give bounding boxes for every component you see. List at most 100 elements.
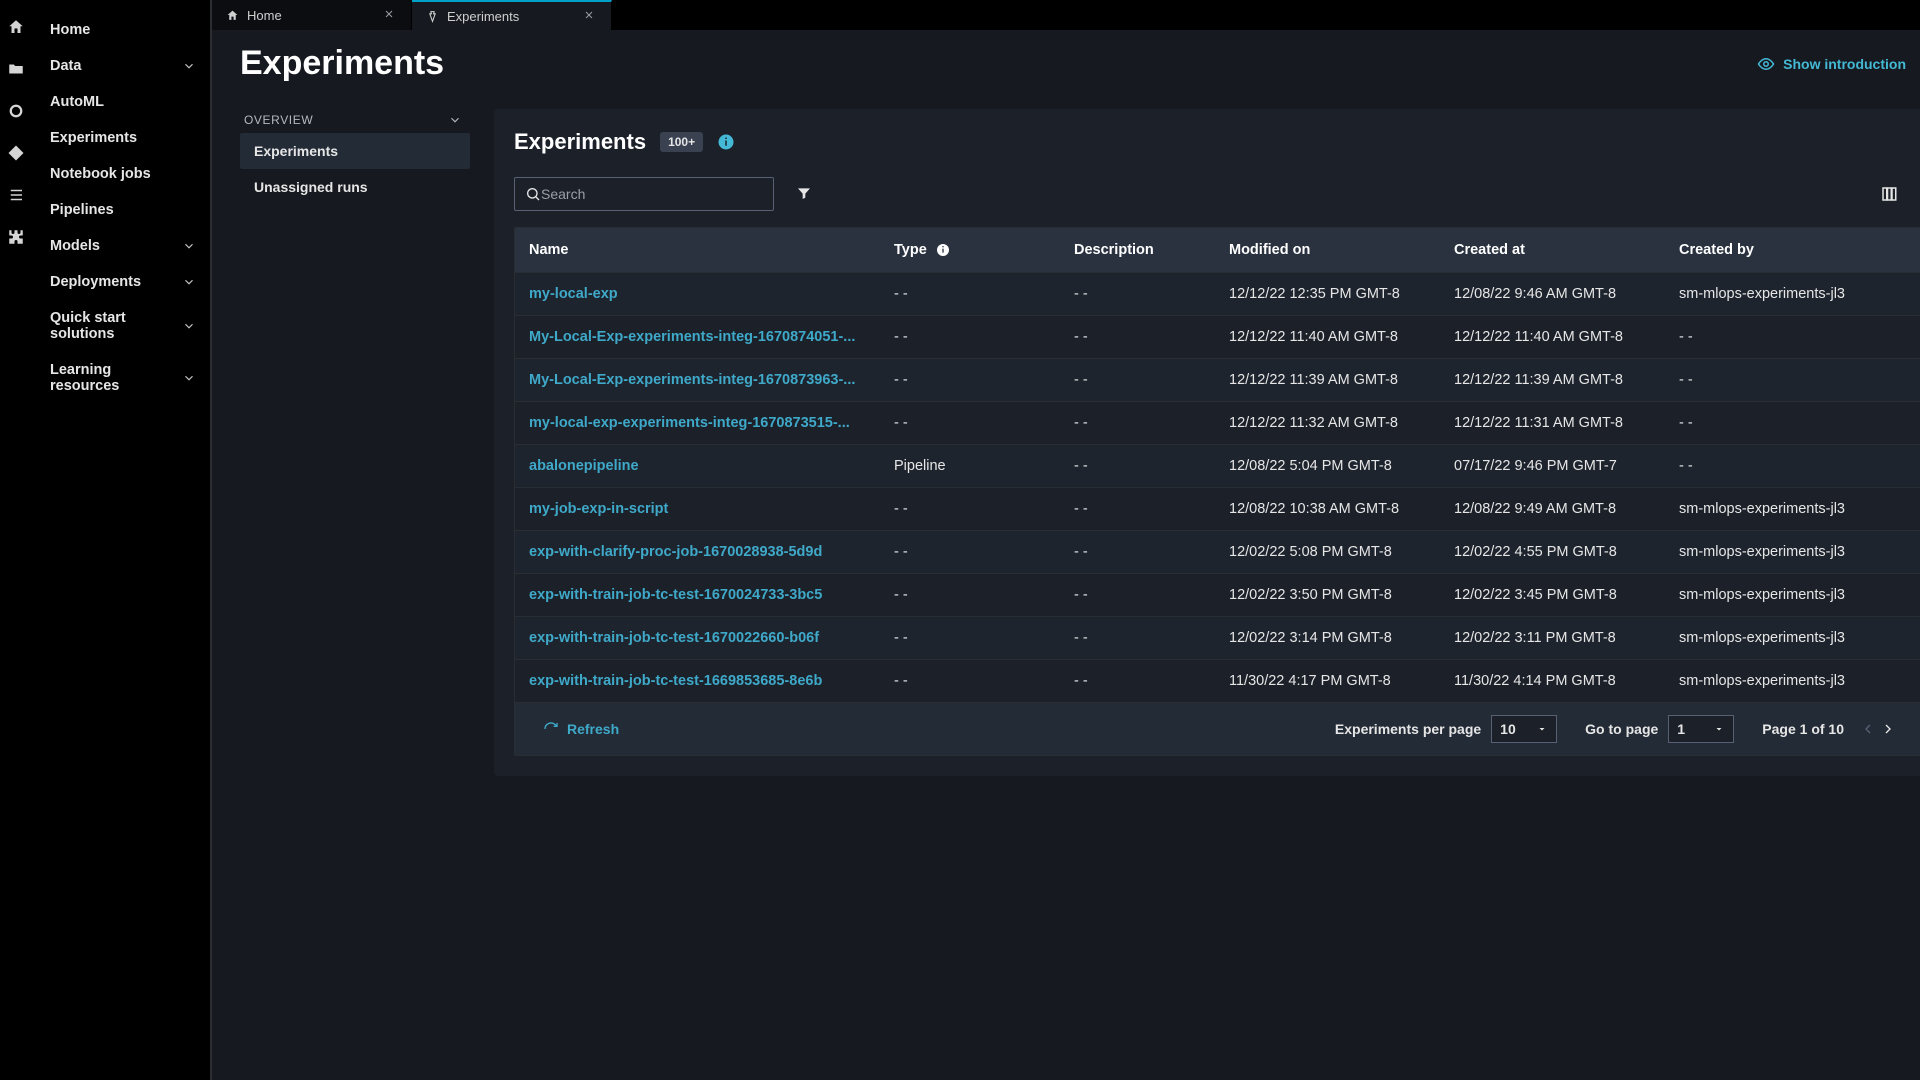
column-header-label: Created at <box>1454 242 1525 258</box>
cell-by: sm-mlops-experiments-jl3 <box>1665 574 1920 617</box>
cell-created: 12/12/22 11:39 AM GMT-8 <box>1440 359 1665 402</box>
refresh-label: Refresh <box>567 721 619 737</box>
goto-page-value: 1 <box>1677 721 1685 737</box>
nav-item-data[interactable]: Data <box>32 48 210 84</box>
circle-icon[interactable] <box>7 102 25 120</box>
cell-name[interactable]: my-local-exp <box>515 273 880 316</box>
nav-item-label: Deployments <box>50 274 141 290</box>
nav-item-experiments[interactable]: Experiments <box>32 120 210 156</box>
cell-by: sm-mlops-experiments-jl3 <box>1665 273 1920 316</box>
cell-by: - - <box>1665 359 1920 402</box>
nav-item-quick-start-solutions[interactable]: Quick start solutions <box>32 300 210 352</box>
table-row[interactable]: my-local-exp-experiments-integ-167087351… <box>515 402 1920 445</box>
cell-created: 12/02/22 4:55 PM GMT-8 <box>1440 531 1665 574</box>
cell-name[interactable]: exp-with-train-job-tc-test-1669853685-8e… <box>515 660 880 703</box>
table-footer: Refresh Experiments per page 10 Go to pa… <box>515 702 1920 755</box>
cell-modified: 12/12/22 11:39 AM GMT-8 <box>1215 359 1440 402</box>
table-row[interactable]: exp-with-clarify-proc-job-1670028938-5d9… <box>515 531 1920 574</box>
cell-type: - - <box>880 488 1060 531</box>
column-header-modified-on[interactable]: Modified on <box>1215 228 1440 273</box>
column-header-name[interactable]: Name <box>515 228 880 273</box>
cell-by: - - <box>1665 402 1920 445</box>
tab-label: Home <box>247 8 282 23</box>
count-badge: 100+ <box>660 132 703 152</box>
per-page-select[interactable]: 10 <box>1491 715 1557 743</box>
nav-item-learning-resources[interactable]: Learning resources <box>32 352 210 404</box>
table-row[interactable]: abalonepipelinePipeline- -12/08/22 5:04 … <box>515 445 1920 488</box>
nav-item-models[interactable]: Models <box>32 228 210 264</box>
cell-type: - - <box>880 273 1060 316</box>
cell-name[interactable]: exp-with-train-job-tc-test-1670024733-3b… <box>515 574 880 617</box>
goto-page-select[interactable]: 1 <box>1668 715 1734 743</box>
cell-type: - - <box>880 574 1060 617</box>
folder-icon[interactable] <box>7 60 25 78</box>
search-input-wrapper[interactable] <box>514 177 774 211</box>
close-icon[interactable] <box>383 8 397 22</box>
list-icon[interactable] <box>7 186 25 204</box>
cell-name[interactable]: My-Local-Exp-experiments-integ-167087396… <box>515 359 880 402</box>
prev-page-button[interactable] <box>1858 719 1878 739</box>
nav-item-label: Home <box>50 22 90 38</box>
cell-type: - - <box>880 617 1060 660</box>
cell-by: sm-mlops-experiments-jl3 <box>1665 488 1920 531</box>
nav-item-label: Pipelines <box>50 202 114 218</box>
puzzle-icon[interactable] <box>7 228 25 246</box>
columns-icon[interactable] <box>1880 185 1898 203</box>
info-icon[interactable] <box>935 242 951 258</box>
column-header-created-at[interactable]: Created at <box>1440 228 1665 273</box>
cell-by: sm-mlops-experiments-jl3 <box>1665 617 1920 660</box>
eye-icon <box>1757 55 1775 73</box>
cell-created: 11/30/22 4:14 PM GMT-8 <box>1440 660 1665 703</box>
column-header-label: Modified on <box>1229 242 1310 258</box>
nav-item-pipelines[interactable]: Pipelines <box>32 192 210 228</box>
show-introduction-button[interactable]: Show introduction <box>1757 55 1912 73</box>
column-header-label: Description <box>1074 242 1154 258</box>
goto-page-label: Go to page <box>1585 721 1658 737</box>
nav-item-automl[interactable]: AutoML <box>32 84 210 120</box>
next-page-button[interactable] <box>1878 719 1898 739</box>
table-row[interactable]: My-Local-Exp-experiments-integ-167087405… <box>515 316 1920 359</box>
overview-header[interactable]: OVERVIEW <box>240 109 470 133</box>
info-icon[interactable] <box>717 133 735 151</box>
diamond-icon[interactable] <box>7 144 25 162</box>
filter-icon[interactable] <box>796 185 814 203</box>
cell-by: sm-mlops-experiments-jl3 <box>1665 660 1920 703</box>
column-header-type[interactable]: Type <box>880 228 1060 273</box>
column-header-created-by[interactable]: Created by <box>1665 228 1920 273</box>
cell-name[interactable]: my-job-exp-in-script <box>515 488 880 531</box>
overview-item-unassigned-runs[interactable]: Unassigned runs <box>240 169 470 205</box>
cell-desc: - - <box>1060 402 1215 445</box>
home-icon[interactable] <box>7 18 25 36</box>
overview-item-experiments[interactable]: Experiments <box>240 133 470 169</box>
cell-name[interactable]: exp-with-clarify-proc-job-1670028938-5d9… <box>515 531 880 574</box>
tab-experiments[interactable]: Experiments <box>412 0 612 30</box>
cell-created: 12/12/22 11:31 AM GMT-8 <box>1440 402 1665 445</box>
table-row[interactable]: my-job-exp-in-script- -- -12/08/22 10:38… <box>515 488 1920 531</box>
table-row[interactable]: my-local-exp- -- -12/12/22 12:35 PM GMT-… <box>515 273 1920 316</box>
table-row[interactable]: exp-with-train-job-tc-test-1670022660-b0… <box>515 617 1920 660</box>
page-title: Experiments <box>240 44 444 83</box>
cell-desc: - - <box>1060 273 1215 316</box>
caret-down-icon <box>1536 723 1548 735</box>
cell-name[interactable]: exp-with-train-job-tc-test-1670022660-b0… <box>515 617 880 660</box>
nav-item-notebook-jobs[interactable]: Notebook jobs <box>32 156 210 192</box>
nav-item-deployments[interactable]: Deployments <box>32 264 210 300</box>
cell-name[interactable]: abalonepipeline <box>515 445 880 488</box>
cell-name[interactable]: My-Local-Exp-experiments-integ-167087405… <box>515 316 880 359</box>
experiments-card: Experiments 100+ <box>494 109 1920 776</box>
search-input[interactable] <box>541 186 763 202</box>
per-page-value: 10 <box>1500 721 1516 737</box>
cell-type: - - <box>880 359 1060 402</box>
cell-name[interactable]: my-local-exp-experiments-integ-167087351… <box>515 402 880 445</box>
chevron-down-icon <box>182 319 196 333</box>
refresh-button[interactable]: Refresh <box>543 721 619 737</box>
close-icon[interactable] <box>583 9 597 23</box>
nav-item-home[interactable]: Home <box>32 12 210 48</box>
table-row[interactable]: exp-with-train-job-tc-test-1670024733-3b… <box>515 574 1920 617</box>
table-row[interactable]: exp-with-train-job-tc-test-1669853685-8e… <box>515 660 1920 703</box>
table-row[interactable]: My-Local-Exp-experiments-integ-167087396… <box>515 359 1920 402</box>
nav-sidebar: Home DataAutoMLExperimentsNotebook jobs Pi… <box>32 0 212 1080</box>
column-header-description[interactable]: Description <box>1060 228 1215 273</box>
overview-header-label: OVERVIEW <box>244 113 313 127</box>
tab-home[interactable]: Home <box>212 0 412 30</box>
